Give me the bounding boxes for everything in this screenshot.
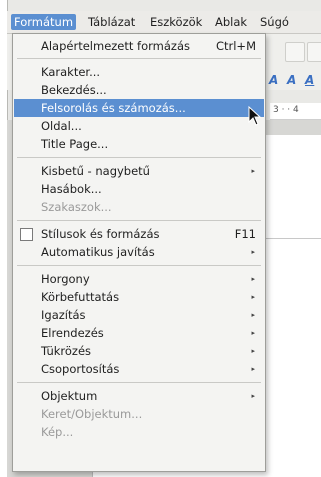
menu-item-group[interactable]: Csoportosítás ▸ <box>14 360 264 378</box>
menu-item-label: Karakter... <box>41 65 101 79</box>
menu-item-label: Hasábok... <box>41 182 102 196</box>
toolbar-button[interactable] <box>285 42 305 62</box>
menu-help-label: Súgó <box>260 15 289 29</box>
menu-separator <box>17 265 261 266</box>
menu-item-label: Tükrözés <box>41 344 92 358</box>
menu-item-alignment[interactable]: Igazítás ▸ <box>14 306 264 324</box>
menu-separator <box>17 382 261 383</box>
menubar: Formátum Táblázat Eszközök Ablak Súgó <box>7 11 321 34</box>
menu-item-styles-formatting[interactable]: Stílusok és formázás F11 <box>14 225 264 243</box>
menu-item-label: Csoportosítás <box>41 362 120 376</box>
ruler: 3 · · 4 <box>270 103 321 120</box>
menu-format-label: Formátum <box>14 15 74 29</box>
menu-item-label: Kisbetű - nagybetű <box>41 164 150 178</box>
mouse-pointer-icon <box>248 106 262 126</box>
menu-item-bullets-numbering[interactable]: Felsorolás és számozás... <box>14 99 264 117</box>
menu-item-label: Igazítás <box>41 308 86 322</box>
menu-item-page[interactable]: Oldal... <box>14 117 264 135</box>
submenu-arrow-icon: ▸ <box>251 365 255 373</box>
underline-a-icon[interactable]: A <box>305 73 314 87</box>
format-menu-dropdown: Alapértelmezett formázás Ctrl+M Karakter… <box>12 33 266 472</box>
menu-separator <box>17 157 261 158</box>
menu-item-character[interactable]: Karakter... <box>14 63 264 81</box>
menu-separator <box>17 58 261 59</box>
submenu-arrow-icon: ▸ <box>251 329 255 337</box>
italic-a-icon[interactable]: A <box>269 73 278 87</box>
menu-item-autocorrect[interactable]: Automatikus javítás ▸ <box>14 243 264 261</box>
menu-item-columns[interactable]: Hasábok... <box>14 180 264 198</box>
menu-item-anchor[interactable]: Horgony ▸ <box>14 270 264 288</box>
menu-item-label: Keret/Objektum... <box>41 407 143 421</box>
menu-item-sections[interactable]: Szakaszok... <box>14 198 264 216</box>
submenu-arrow-icon: ▸ <box>251 311 255 319</box>
menu-item-label: Title Page... <box>41 137 109 151</box>
menu-item-label: Stílusok és formázás <box>41 227 160 241</box>
menu-item-default-formatting[interactable]: Alapértelmezett formázás Ctrl+M <box>14 37 264 55</box>
menu-window[interactable]: Ablak <box>212 14 250 30</box>
ruler-label: 3 · · 4 <box>273 105 299 115</box>
menu-format[interactable]: Formátum <box>11 14 77 30</box>
menu-item-frame-object[interactable]: Keret/Objektum... <box>14 405 264 423</box>
italic-a-icon[interactable]: A <box>287 73 296 87</box>
submenu-arrow-icon: ▸ <box>251 167 255 175</box>
menu-tools[interactable]: Eszközök <box>147 14 205 30</box>
menu-item-label: Automatikus javítás <box>41 245 155 259</box>
menu-item-arrange[interactable]: Elrendezés ▸ <box>14 324 264 342</box>
menu-item-label: Kép... <box>41 425 74 439</box>
menu-item-label: Objektum <box>41 389 98 403</box>
menu-separator <box>17 220 261 221</box>
menu-item-label: Felsorolás és számozás... <box>41 101 186 115</box>
checkbox-icon[interactable] <box>20 228 33 241</box>
menu-table-label: Táblázat <box>88 15 136 29</box>
menu-item-label: Körbefuttatás <box>41 290 120 304</box>
menu-item-paragraph[interactable]: Bekezdés... <box>14 81 264 99</box>
menu-window-label: Ablak <box>215 15 248 29</box>
menu-item-change-case[interactable]: Kisbetű - nagybetű ▸ <box>14 162 264 180</box>
menu-table[interactable]: Táblázat <box>85 14 138 30</box>
menu-item-label: Szakaszok... <box>41 200 112 214</box>
menu-help[interactable]: Súgó <box>257 14 292 30</box>
shortcut-label: Ctrl+M <box>215 39 256 53</box>
menu-item-title-page[interactable]: Title Page... <box>14 135 264 153</box>
toolbar-button[interactable] <box>307 42 321 62</box>
submenu-arrow-icon: ▸ <box>251 347 255 355</box>
submenu-arrow-icon: ▸ <box>251 392 255 400</box>
menu-item-label: Alapértelmezett formázás <box>41 39 190 53</box>
submenu-arrow-icon: ▸ <box>251 275 255 283</box>
menu-item-wrap[interactable]: Körbefuttatás ▸ <box>14 288 264 306</box>
menu-item-label: Oldal... <box>41 119 82 133</box>
menu-item-image[interactable]: Kép... <box>14 423 264 441</box>
menu-item-object[interactable]: Objektum ▸ <box>14 387 264 405</box>
menu-item-label: Bekezdés... <box>41 83 107 97</box>
submenu-arrow-icon: ▸ <box>251 248 255 256</box>
submenu-arrow-icon: ▸ <box>251 293 255 301</box>
menu-item-flip[interactable]: Tükrözés ▸ <box>14 342 264 360</box>
menu-tools-label: Eszközök <box>150 15 203 29</box>
menu-item-label: Elrendezés <box>41 326 104 340</box>
shortcut-label: F11 <box>234 227 256 241</box>
menu-item-label: Horgony <box>41 272 90 286</box>
